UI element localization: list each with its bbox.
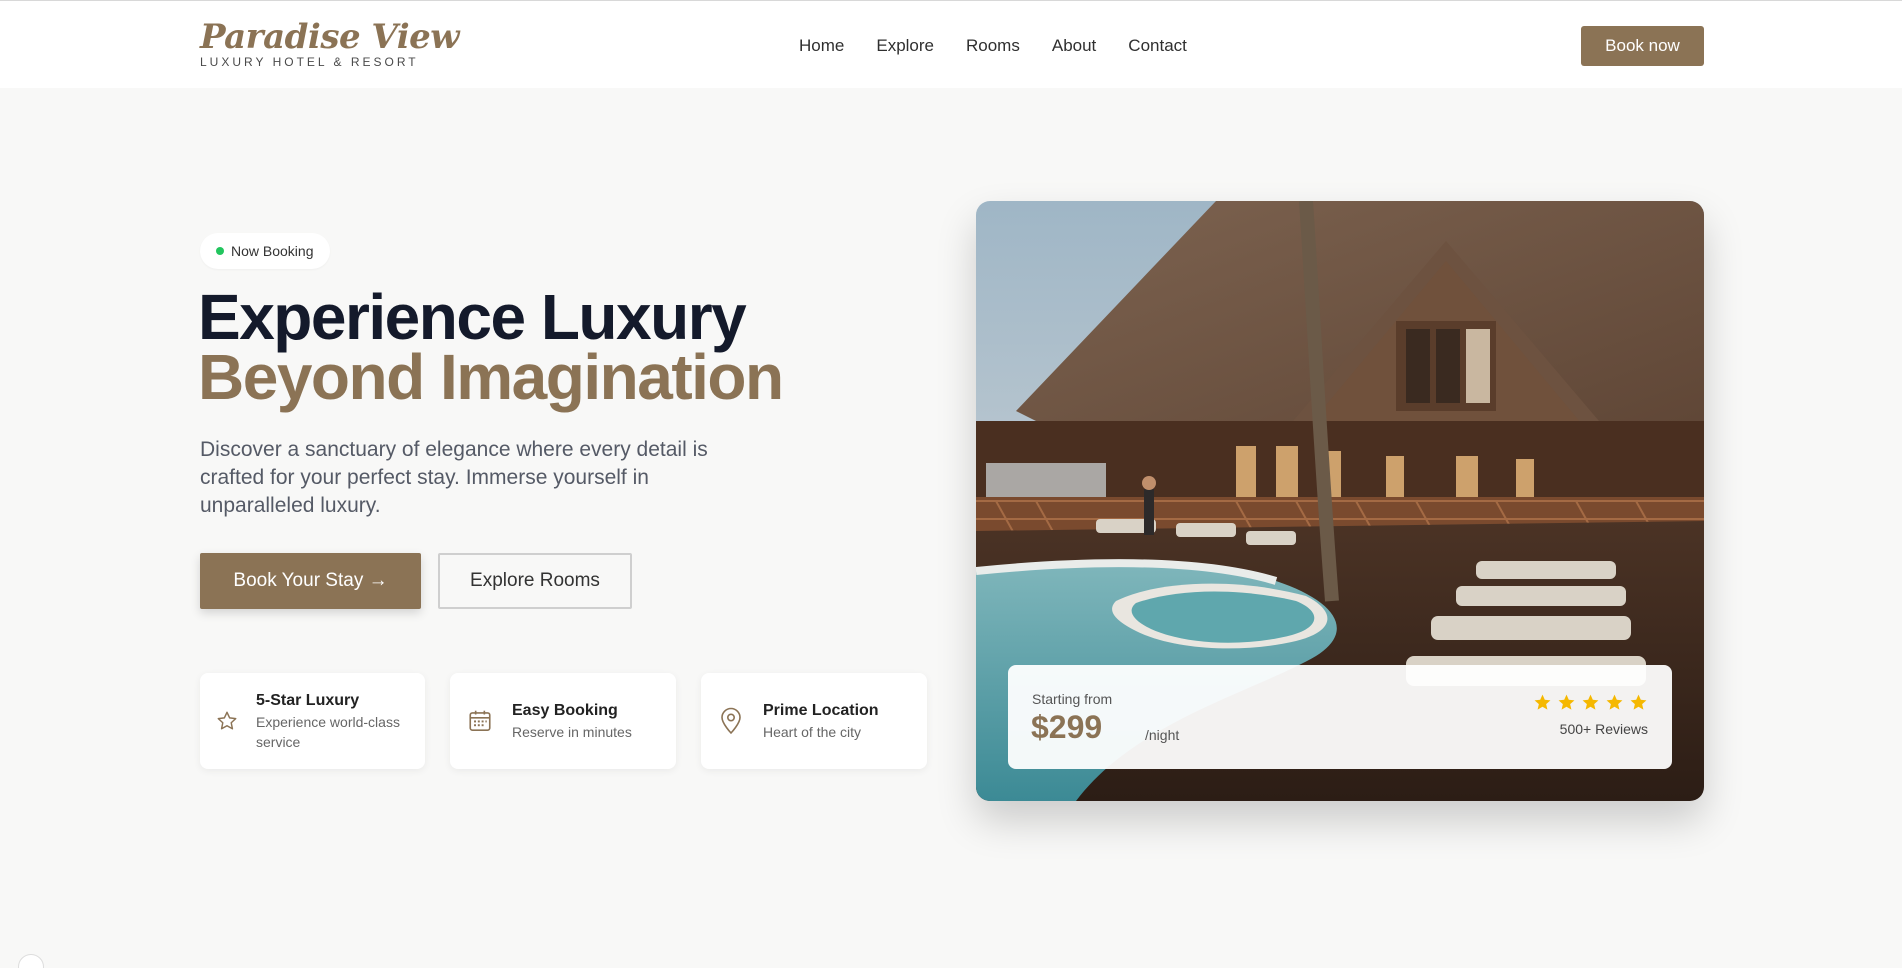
star-icon (216, 707, 238, 735)
nav-rooms[interactable]: Rooms (966, 36, 1020, 56)
feature-desc: Heart of the city (763, 724, 862, 740)
star-rating-icon (1606, 694, 1623, 710)
reviews-count: 500+ Reviews (1559, 721, 1648, 737)
hero-image-card: Starting from $299 /night 500+ Reviews (976, 201, 1704, 801)
feature-card-luxury: 5-Star Luxury Experience world-class ser… (200, 673, 425, 769)
book-your-stay-button[interactable]: Book Your Stay → (200, 553, 421, 609)
star-rating-icon (1582, 694, 1599, 710)
star-rating-icon (1558, 694, 1575, 710)
status-dot-icon (216, 247, 224, 255)
hero-description: Discover a sanctuary of elegance where e… (200, 438, 708, 517)
feature-title: Easy Booking (512, 702, 618, 719)
feature-title: Prime Location (763, 702, 879, 719)
location-pin-icon (717, 707, 745, 735)
feature-card-location: Prime Location Heart of the city (701, 673, 927, 769)
hero-title: Experience Luxury Beyond Imagination (198, 281, 784, 413)
pricing-panel: Starting from $299 /night 500+ Reviews (1008, 665, 1672, 769)
now-booking-badge: Now Booking (200, 233, 330, 269)
nav-explore[interactable]: Explore (876, 36, 934, 56)
nav-contact[interactable]: Contact (1128, 36, 1187, 56)
brand-name: Paradise View (200, 17, 460, 57)
badge-label: Now Booking (231, 243, 314, 259)
site-header: Paradise View LUXURY HOTEL & RESORT Home… (0, 0, 1902, 88)
brand-tagline: LUXURY HOTEL & RESORT (200, 55, 419, 69)
calendar-icon (466, 707, 494, 735)
hero-title-line2: Beyond Imagination (198, 341, 784, 413)
star-rating-icon (1630, 694, 1647, 710)
price-value: $299 (1031, 709, 1103, 745)
feature-title: 5-Star Luxury (256, 692, 360, 709)
feature-card-booking: Easy Booking Reserve in minutes (450, 673, 676, 769)
explore-rooms-button[interactable]: Explore Rooms (438, 553, 632, 609)
rating-stars (1533, 693, 1648, 712)
floating-widget-icon[interactable] (18, 954, 44, 968)
feature-desc: Experience world-class service (256, 714, 400, 750)
price-label: Starting from (1032, 691, 1113, 707)
star-rating-icon (1534, 694, 1551, 710)
book-now-button[interactable]: Book now (1581, 26, 1704, 66)
hero-title-line1: Experience Luxury (198, 281, 747, 353)
nav-about[interactable]: About (1052, 36, 1096, 56)
main-nav: Home Explore Rooms About Contact (799, 36, 1187, 56)
brand-logo[interactable]: Paradise View LUXURY HOTEL & RESORT (200, 17, 460, 69)
feature-desc: Reserve in minutes (512, 724, 632, 740)
nav-home[interactable]: Home (799, 36, 844, 56)
price-unit: /night (1145, 727, 1180, 743)
